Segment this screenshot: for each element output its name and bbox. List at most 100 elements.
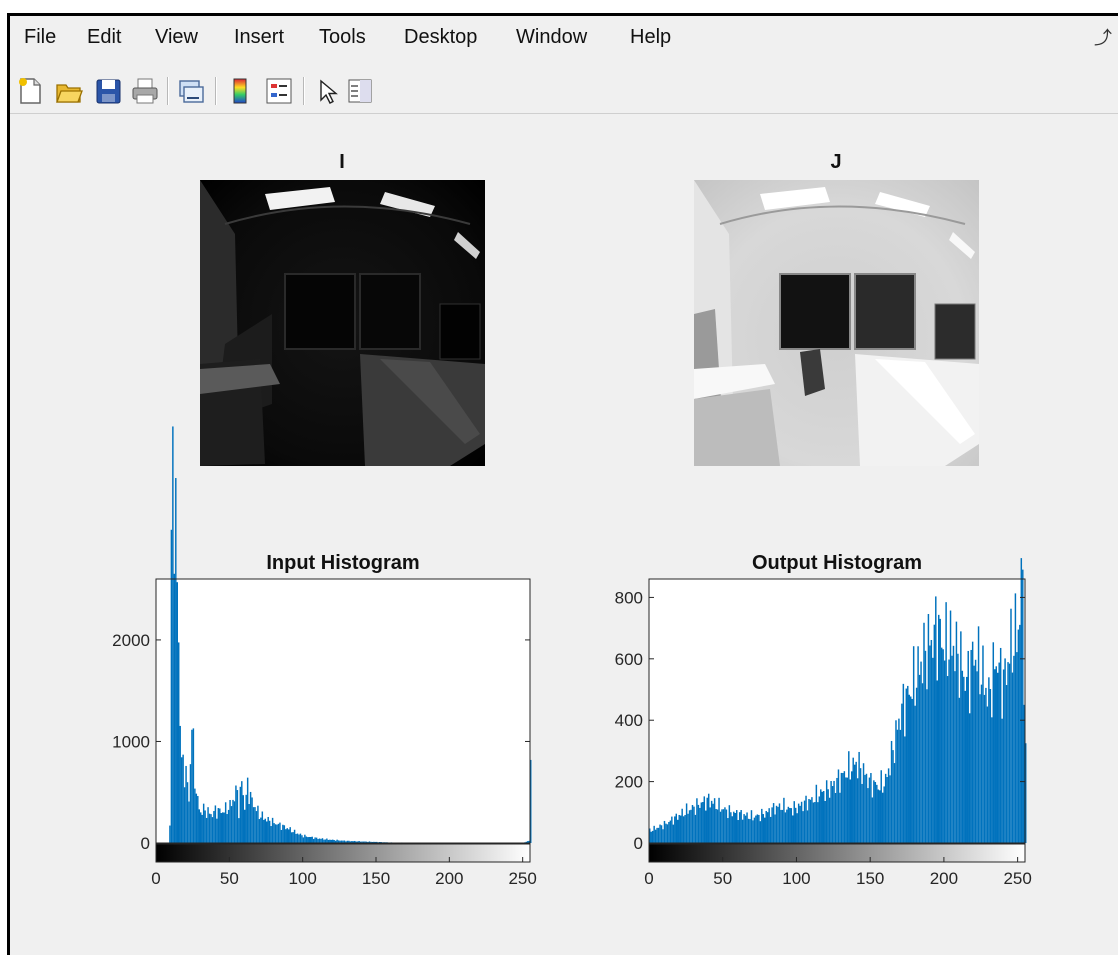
output-histogram-bar: [995, 666, 997, 843]
dock-arrow-icon[interactable]: ⤴: [1094, 24, 1112, 50]
menu-insert[interactable]: Insert: [234, 26, 284, 49]
menu-desktop[interactable]: Desktop: [404, 26, 477, 49]
property-inspector-icon[interactable]: [345, 76, 375, 106]
input-histogram-bar: [260, 817, 262, 843]
output-histogram-bar: [824, 800, 826, 843]
input-histogram-bar: [238, 818, 240, 843]
output-histogram-bar: [949, 610, 952, 843]
output-histogram-bar: [865, 773, 868, 843]
input-histogram-bar: [198, 809, 200, 843]
output-histogram-bar: [926, 689, 928, 843]
input-histogram-bar: [273, 823, 275, 843]
output-histogram-bar: [879, 790, 881, 843]
input-histogram-bar: [299, 833, 302, 843]
output-histogram-bar: [967, 650, 969, 843]
menu-window[interactable]: Window: [516, 26, 587, 49]
output-histogram-bar: [651, 830, 654, 843]
output-histogram-bar: [793, 801, 795, 843]
output-histogram-bar: [783, 797, 785, 843]
input-histogram-bar: [180, 757, 183, 843]
output-histogram-bar: [876, 784, 878, 843]
output-histogram-bar: [918, 674, 921, 843]
link-plot-icon[interactable]: [176, 76, 206, 106]
input-histogram-bar: [195, 793, 198, 843]
insert-legend-icon[interactable]: [264, 76, 294, 106]
output-histogram-bar: [719, 811, 722, 843]
input-histogram-axes[interactable]: Input Histogram 0 1000 2000 0 50 100 150 200 250: [112, 426, 537, 888]
output-histogram-bar: [862, 763, 865, 843]
output-histogram-bar: [929, 645, 931, 843]
menu-view[interactable]: View: [155, 26, 198, 49]
output-histogram-bar: [861, 783, 863, 843]
input-histogram-bar: [320, 838, 322, 843]
input-histogram-bar: [239, 786, 242, 843]
output-histogram-bar: [914, 705, 916, 843]
output-histogram-bar: [831, 786, 834, 843]
input-histogram-bar: [223, 812, 225, 843]
output-histogram-bar: [741, 819, 744, 843]
input-histogram-bar: [290, 832, 293, 843]
output-histogram-bar: [738, 812, 741, 843]
output-histogram-bar: [786, 809, 788, 843]
input-histogram-xtick-label: 250: [508, 869, 536, 888]
output-histogram-bar: [827, 789, 829, 843]
menu-help[interactable]: Help: [630, 26, 671, 49]
output-histogram-bar: [735, 810, 738, 843]
output-histogram-bar: [836, 777, 838, 843]
output-histogram-bar: [843, 771, 846, 843]
output-histogram-bar: [669, 820, 672, 843]
output-histogram-bar: [999, 647, 1002, 843]
output-histogram-bar: [777, 806, 779, 843]
input-histogram-xtick-label: 50: [220, 869, 239, 888]
input-histogram-bar: [280, 829, 283, 843]
output-histogram-bar: [853, 764, 856, 843]
output-histogram-bar: [746, 812, 748, 843]
menu-file[interactable]: File: [24, 26, 56, 49]
output-histogram-bar: [759, 821, 762, 843]
input-histogram-bar: [263, 819, 265, 843]
input-histogram-bar: [186, 782, 189, 843]
menu-edit[interactable]: Edit: [87, 26, 121, 49]
output-histogram-bar: [691, 805, 694, 843]
output-histogram-bar: [837, 769, 840, 843]
output-histogram-bar: [852, 757, 854, 843]
input-histogram-bar: [270, 826, 272, 843]
output-histogram-bar: [780, 809, 782, 843]
save-figure-icon[interactable]: [93, 76, 123, 106]
input-histogram-bar: [249, 791, 252, 843]
output-histogram-bar: [945, 602, 947, 843]
output-histogram-bar: [700, 802, 703, 843]
edit-plot-cursor-icon[interactable]: [312, 76, 342, 106]
output-histogram-bar: [881, 792, 884, 843]
input-histogram-bar: [211, 817, 214, 843]
output-histogram-bar: [970, 649, 972, 843]
open-file-icon[interactable]: [54, 76, 84, 106]
output-histogram-bar: [873, 780, 875, 843]
output-histogram-bar: [731, 816, 734, 843]
output-histogram-bar: [932, 657, 934, 843]
output-histogram-bar: [753, 817, 756, 843]
output-histogram-bar: [904, 736, 906, 843]
output-histogram-bar: [787, 806, 790, 843]
output-histogram-bar: [859, 768, 862, 843]
output-histogram-bar: [899, 729, 902, 843]
input-histogram-ytick-label: 1000: [112, 732, 150, 751]
image-j-title: J: [830, 151, 841, 173]
output-histogram-bar: [960, 631, 962, 843]
output-histogram-bar: [909, 696, 912, 843]
output-histogram-bar: [877, 789, 880, 843]
output-histogram-bar: [666, 824, 669, 843]
output-histogram-bar: [887, 768, 890, 843]
output-histogram-bar: [830, 781, 832, 843]
output-histogram-bar: [1017, 629, 1020, 843]
output-histogram-bar: [650, 831, 652, 843]
insert-colorbar-icon[interactable]: [225, 76, 255, 106]
output-histogram-bar: [812, 802, 815, 843]
new-figure-icon[interactable]: [15, 76, 45, 106]
output-histogram-bar: [895, 720, 897, 843]
print-figure-icon[interactable]: [130, 76, 160, 106]
output-histogram-bar: [730, 812, 732, 843]
output-histogram-bar: [839, 792, 841, 843]
output-histogram-axes[interactable]: Output Histogram 0 200 400 600 800 0 50 100 150 20…: [615, 552, 1032, 888]
menu-tools[interactable]: Tools: [319, 26, 366, 49]
